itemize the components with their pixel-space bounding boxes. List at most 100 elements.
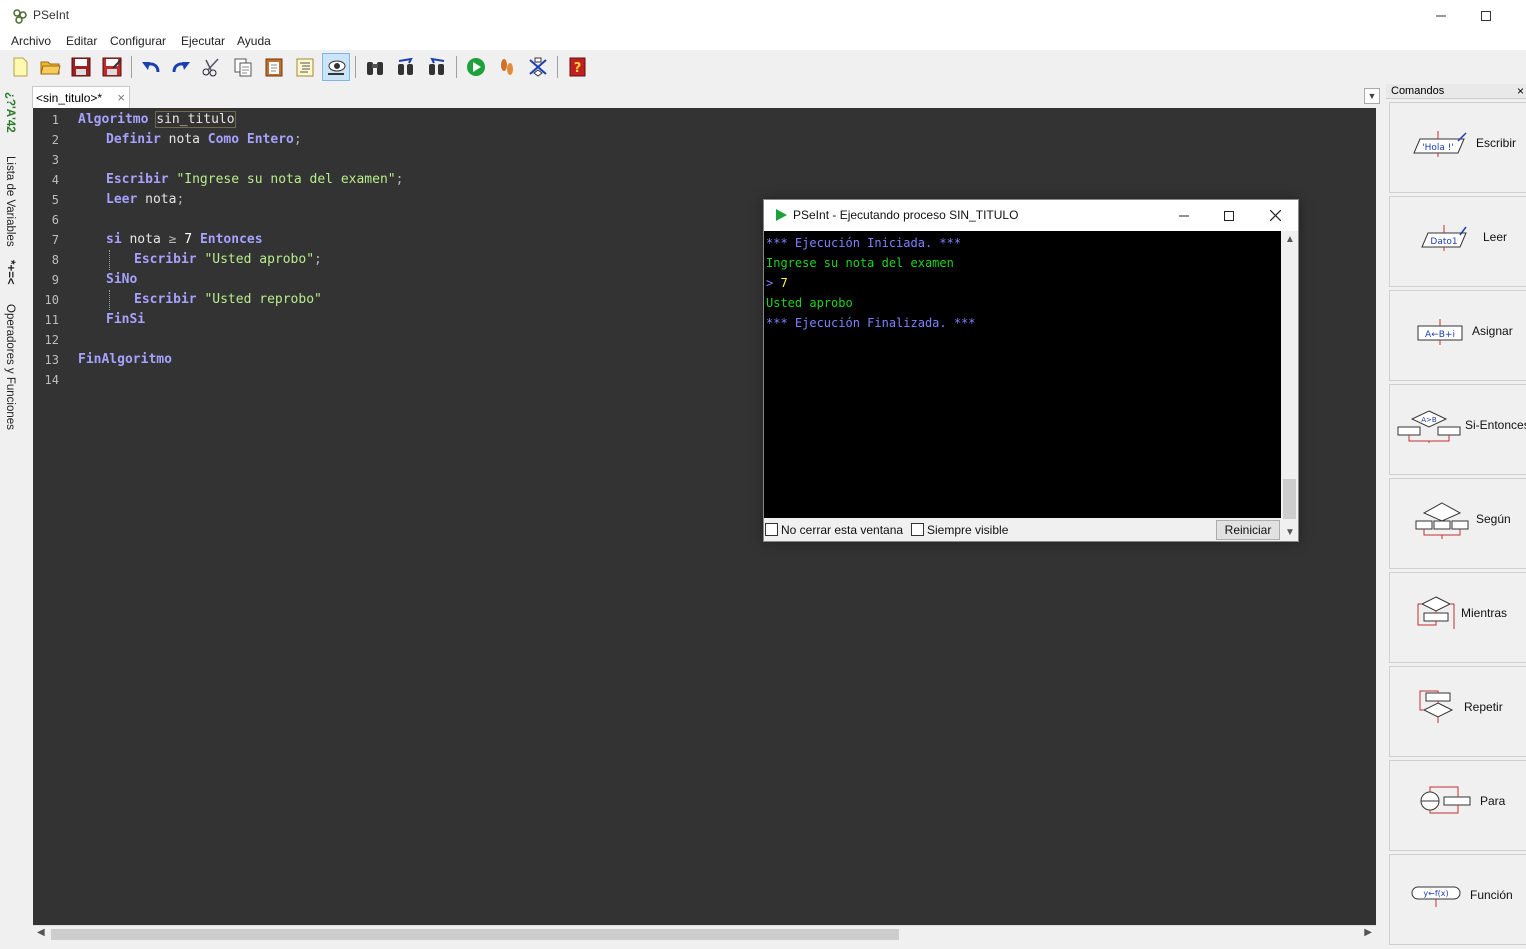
menu-ejecutar[interactable]: Ejecutar [181, 34, 225, 48]
restart-button[interactable]: Reiniciar [1216, 520, 1280, 540]
command-label: Para [1480, 794, 1506, 808]
redo-button[interactable] [167, 53, 195, 81]
copy-button[interactable] [229, 53, 257, 81]
line-number: 4 [51, 173, 59, 187]
maximize-button[interactable] [1463, 0, 1509, 31]
command-escribir[interactable]: 'Hola !' Escribir [1389, 102, 1526, 193]
paste-button[interactable] [260, 53, 288, 81]
command-si-entonces[interactable]: A>B Si-Entonces [1389, 384, 1526, 475]
find-button[interactable] [361, 53, 389, 81]
toolbar: ? [0, 50, 1526, 84]
pseint-app: PSeInt Archivo Editar Configurar Ejecuta… [0, 0, 1526, 949]
code-line: Algoritmo sin_titulo [78, 111, 236, 128]
close-panel-icon[interactable]: × [1517, 84, 1524, 98]
console-line: Usted aprobo [766, 296, 853, 310]
run-maximize-button[interactable] [1206, 200, 1252, 231]
code-line: FinAlgoritmo [78, 352, 172, 367]
flowchart-button[interactable] [524, 53, 552, 81]
operators-tab-icon[interactable]: ¿?'A'42 [4, 92, 16, 133]
help-icon: ? [569, 57, 586, 77]
line-number: 10 [44, 293, 59, 307]
close-tab-icon[interactable]: × [117, 90, 125, 105]
command-mientras[interactable]: Mientras [1389, 572, 1526, 663]
undo-button[interactable] [137, 53, 165, 81]
undo-icon [142, 62, 160, 73]
indent-button[interactable] [291, 53, 319, 81]
svg-text:A←B+i: A←B+i [1425, 330, 1455, 340]
svg-text:Dato1: Dato1 [1430, 237, 1457, 247]
step-by-step-button[interactable] [493, 53, 521, 81]
new-file-button[interactable] [6, 53, 34, 81]
scissors-icon [202, 58, 219, 77]
maximize-icon [1481, 10, 1491, 21]
open-file-button[interactable] [36, 53, 64, 81]
line-number: 13 [44, 353, 59, 367]
variables-tab[interactable]: Lista de Variables [4, 156, 16, 247]
menu-bar: Archivo Editar Configurar Ejecutar Ayuda [0, 31, 1526, 50]
operators-tab[interactable]: Operadores y Funciones [4, 304, 16, 430]
close-icon [1269, 210, 1281, 221]
menu-configurar[interactable]: Configurar [110, 34, 166, 48]
toolbar-separator [557, 56, 558, 78]
code-line: Escribir "Usted reprobo" [134, 292, 322, 307]
minimize-button[interactable] [1418, 0, 1464, 31]
console-vertical-scrollbar[interactable]: ▲ ▼ [1281, 231, 1298, 541]
scrollbar-thumb[interactable] [51, 929, 899, 940]
command-funcion[interactable]: y←f(x) Función [1389, 854, 1526, 945]
write-command-icon: 'Hola !' [1413, 131, 1467, 157]
scrollbar-thumb[interactable] [1283, 479, 1296, 519]
run-close-button[interactable] [1252, 200, 1298, 231]
run-button[interactable] [462, 53, 490, 81]
commands-panel-header: Comandos × [1386, 84, 1526, 99]
always-visible-label: Siempre visible [927, 523, 1009, 537]
line-number: 5 [51, 193, 59, 207]
save-as-button[interactable] [98, 53, 126, 81]
replace-icon [429, 57, 445, 75]
line-number: 14 [44, 373, 59, 387]
scroll-up-icon[interactable]: ▲ [1285, 234, 1295, 245]
toolbar-separator [131, 56, 132, 78]
document-tab[interactable]: <sin_titulo>* × [32, 86, 130, 108]
commands-panel: Comandos × 'Hola !' Escribir Dato1 Leer … [1386, 84, 1526, 949]
code-line: si nota ≥ 7 Entonces [106, 232, 263, 247]
command-para[interactable]: Para [1389, 760, 1526, 851]
command-label: Función [1470, 888, 1513, 902]
cut-button[interactable] [197, 53, 225, 81]
always-visible-checkbox[interactable] [911, 523, 924, 536]
replace-button[interactable] [423, 53, 451, 81]
command-leer[interactable]: Dato1 Leer [1389, 196, 1526, 287]
menu-ayuda[interactable]: Ayuda [237, 34, 271, 48]
variables-tab-icon[interactable]: *+=< [4, 260, 16, 285]
play-icon [467, 58, 485, 76]
scroll-down-icon[interactable]: ▼ [1285, 527, 1295, 538]
find-next-button[interactable] [392, 53, 420, 81]
line-number: 7 [51, 233, 59, 247]
run-minimize-button[interactable] [1161, 200, 1207, 231]
chevron-down-icon: ▼ [1367, 91, 1377, 101]
binoculars-icon [367, 62, 383, 75]
code-line: Leer nota; [106, 192, 185, 207]
save-button[interactable] [67, 53, 95, 81]
eye-icon [328, 60, 346, 75]
execution-window-footer: No cerrar esta ventana Siempre visible R… [764, 518, 1281, 541]
command-asignar[interactable]: A←B+i Asignar [1389, 290, 1526, 381]
execution-window-title: PSeInt - Ejecutando proceso SIN_TITULO [793, 208, 1019, 222]
no-close-checkbox[interactable] [765, 523, 778, 536]
maximize-icon [1224, 210, 1234, 221]
menu-archivo[interactable]: Archivo [11, 34, 51, 48]
menu-editar[interactable]: Editar [66, 34, 97, 48]
command-label: Si-Entonces [1465, 418, 1526, 432]
save-as-icon [102, 57, 122, 77]
title-bar: PSeInt [0, 0, 1526, 31]
scroll-right-icon[interactable]: ▶ [1364, 927, 1372, 938]
console-output[interactable]: *** Ejecución Iniciada. *** Ingrese su n… [764, 231, 1281, 518]
help-button[interactable]: ? [563, 53, 591, 81]
line-number: 11 [44, 313, 59, 327]
command-segun[interactable]: Según [1389, 478, 1526, 569]
scroll-left-icon[interactable]: ◀ [37, 927, 45, 938]
inspect-button[interactable] [322, 53, 350, 81]
editor-horizontal-scrollbar[interactable]: ◀ ▶ [33, 925, 1376, 942]
command-repetir[interactable]: Repetir [1389, 666, 1526, 757]
svg-text:A>B: A>B [1421, 416, 1437, 424]
tab-list-dropdown[interactable]: ▼ [1364, 88, 1380, 104]
